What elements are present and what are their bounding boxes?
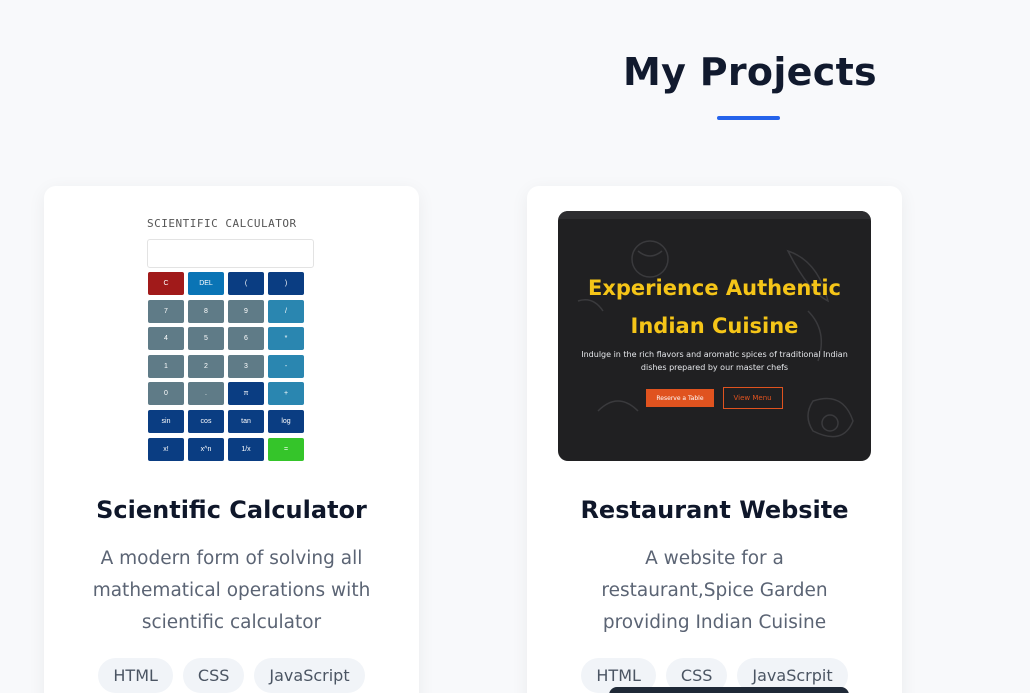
calculator-key: .	[188, 382, 224, 406]
calculator-key: -	[268, 354, 304, 378]
calculator-key: 4	[148, 327, 184, 351]
calculator-key: log	[268, 409, 304, 433]
calculator-key: *	[268, 327, 304, 351]
headline-line: Experience Authentic	[588, 276, 841, 300]
calculator-key: 9	[228, 299, 264, 323]
project-card-restaurant[interactable]: Experience Authentic Indian Cuisine Indu…	[527, 186, 902, 693]
calculator-heading: SCIENTIFIC CALCULATOR	[147, 217, 297, 230]
calculator-key: 2	[188, 354, 224, 378]
title-underline	[717, 116, 780, 120]
restaurant-hero-subtext: Indulge in the rich flavors and aromatic…	[581, 350, 848, 372]
calculator-key: 3	[228, 354, 264, 378]
restaurant-hero-headline: Experience Authentic Indian Cuisine	[558, 269, 871, 345]
calculator-key: 1/x	[228, 437, 264, 461]
calculator-key: tan	[228, 409, 264, 433]
calculator-key: C	[148, 272, 184, 295]
project-title: Scientific Calculator	[96, 496, 367, 524]
calculator-key: /	[268, 299, 304, 323]
calculator-key: 6	[228, 327, 264, 351]
project-description: A website for a restaurant,Spice Garden …	[601, 548, 828, 633]
section-title: My Projects	[623, 50, 877, 94]
calculator-key: 0	[148, 382, 184, 406]
calculator-key: x!	[148, 437, 184, 461]
headline-line: Indian Cuisine	[630, 314, 799, 338]
calculator-key: x^n	[188, 437, 224, 461]
view-menu-button: View Menu	[722, 387, 783, 409]
calculator-key: 5	[188, 327, 224, 351]
calculator-key: π	[228, 382, 264, 406]
calculator-key: 7	[148, 299, 184, 323]
calculator-display	[147, 239, 314, 268]
calculator-key: =	[268, 437, 304, 461]
calculator-key: 1	[148, 354, 184, 378]
calculator-key: cos	[188, 409, 224, 433]
calculator-key: 8	[188, 299, 224, 323]
floating-bottom-bar[interactable]	[609, 687, 849, 693]
project-description: A modern form of solving all mathematica…	[92, 548, 371, 633]
tech-tag: JavaScript	[254, 658, 365, 693]
project-preview-calculator[interactable]: SCIENTIFIC CALCULATOR C DEL() 7 8 9/ 4 5 6 * 1 2 3-…	[75, 211, 388, 461]
tech-tag: HTML	[98, 658, 173, 693]
tech-tag: CSS	[182, 658, 245, 693]
calculator-key: sin	[148, 409, 184, 433]
project-preview-restaurant[interactable]: Experience Authentic Indian Cuisine Indu…	[558, 211, 871, 461]
calculator-key: (	[228, 272, 264, 295]
calculator-key: +	[268, 382, 304, 406]
project-card-calculator[interactable]: SCIENTIFIC CALCULATOR C DEL() 7 8 9/ 4 5 6 * 1 2 3-…	[44, 186, 419, 693]
restaurant-hero-buttons: Reserve a Table View Menu	[558, 387, 871, 409]
calculator-key: DEL	[188, 272, 224, 295]
reserve-table-button: Reserve a Table	[646, 389, 714, 407]
project-title: Restaurant Website	[580, 496, 849, 524]
calculator-key: )	[268, 272, 304, 295]
tech-tags: HTML CSS JavaScript	[44, 658, 419, 693]
calculator-keypad: C DEL() 7 8 9/ 4 5 6 * 1 2 3- 0. π + sin cos tan log x! x^n 1…	[148, 272, 304, 461]
